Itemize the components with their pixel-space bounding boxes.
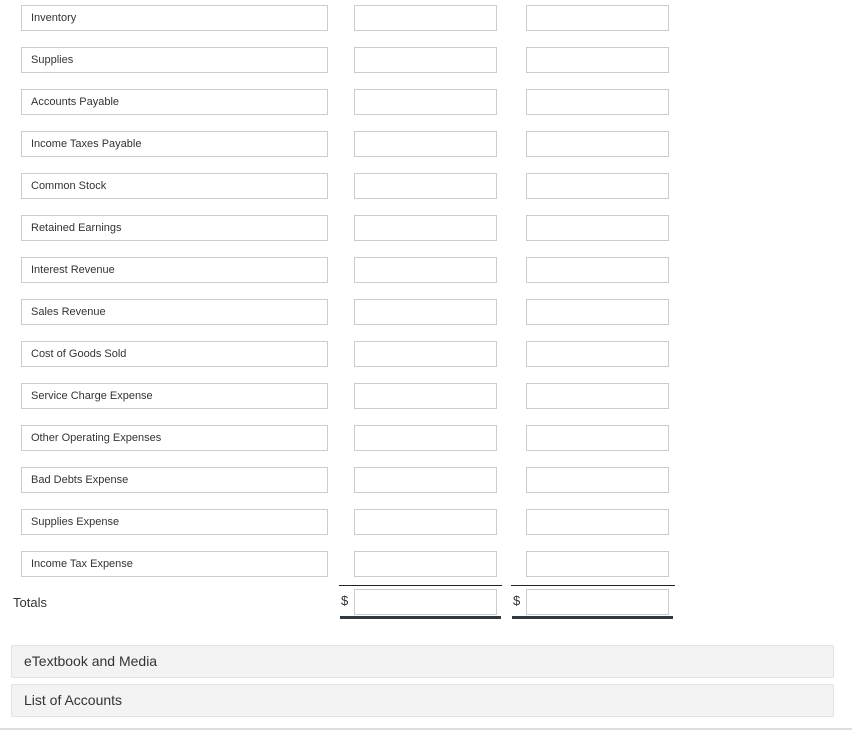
account-name-field[interactable]: Other Operating Expenses [21, 425, 328, 451]
total-credit-input[interactable] [526, 589, 669, 615]
credit-total-double-rule [512, 616, 673, 619]
credit-sum-rule [511, 585, 675, 586]
account-name: Supplies [31, 54, 74, 66]
account-row: Common Stock [0, 173, 852, 199]
account-row: Income Taxes Payable [0, 131, 852, 157]
account-name: Common Stock [31, 180, 107, 192]
account-name-field[interactable]: Interest Revenue [21, 257, 328, 283]
account-name-field[interactable]: Cost of Goods Sold [21, 341, 328, 367]
account-row: Supplies Expense [0, 509, 852, 535]
account-row: Service Charge Expense [0, 383, 852, 409]
account-name-field[interactable]: Service Charge Expense [21, 383, 328, 409]
credit-input[interactable] [526, 5, 669, 31]
debit-input[interactable] [354, 131, 497, 157]
account-name: Bad Debts Expense [31, 474, 129, 486]
credit-currency-symbol: $ [513, 593, 521, 608]
credit-input[interactable] [526, 509, 669, 535]
etextbook-media-panel[interactable]: eTextbook and Media [11, 645, 834, 678]
account-name: Income Tax Expense [31, 558, 133, 570]
debit-input[interactable] [354, 341, 497, 367]
credit-input[interactable] [526, 173, 669, 199]
section-divider [0, 728, 852, 730]
debit-input[interactable] [354, 5, 497, 31]
account-row: Interest Revenue [0, 257, 852, 283]
debit-input[interactable] [354, 215, 497, 241]
credit-input[interactable] [526, 425, 669, 451]
account-row: Income Tax Expense [0, 551, 852, 577]
debit-input[interactable] [354, 509, 497, 535]
debit-input[interactable] [354, 551, 497, 577]
credit-input[interactable] [526, 299, 669, 325]
account-row: Sales Revenue [0, 299, 852, 325]
account-name: Sales Revenue [31, 306, 106, 318]
account-row: Accounts Payable [0, 89, 852, 115]
account-name-field[interactable]: Accounts Payable [21, 89, 328, 115]
account-name: Income Taxes Payable [31, 138, 142, 150]
account-name-field[interactable]: Common Stock [21, 173, 328, 199]
account-row: Retained Earnings [0, 215, 852, 241]
credit-input[interactable] [526, 551, 669, 577]
account-name-field[interactable]: Income Tax Expense [21, 551, 328, 577]
debit-input[interactable] [354, 383, 497, 409]
account-name-field[interactable]: Sales Revenue [21, 299, 328, 325]
account-name-field[interactable]: Supplies [21, 47, 328, 73]
credit-input[interactable] [526, 47, 669, 73]
account-name-field[interactable]: Income Taxes Payable [21, 131, 328, 157]
account-row: Other Operating Expenses [0, 425, 852, 451]
debit-input[interactable] [354, 299, 497, 325]
debit-input[interactable] [354, 467, 497, 493]
account-name: Supplies Expense [31, 516, 120, 528]
debit-input[interactable] [354, 173, 497, 199]
credit-input[interactable] [526, 131, 669, 157]
debit-currency-symbol: $ [341, 593, 349, 608]
totals-label: Totals [13, 595, 47, 610]
debit-sum-rule [339, 585, 502, 586]
debit-input[interactable] [354, 89, 497, 115]
credit-input[interactable] [526, 383, 669, 409]
account-row: Supplies [0, 47, 852, 73]
credit-input[interactable] [526, 341, 669, 367]
credit-input[interactable] [526, 467, 669, 493]
credit-input[interactable] [526, 215, 669, 241]
list-of-accounts-label: List of Accounts [24, 692, 123, 708]
debit-input[interactable] [354, 47, 497, 73]
account-name-field[interactable]: Bad Debts Expense [21, 467, 328, 493]
debit-input[interactable] [354, 257, 497, 283]
credit-input[interactable] [526, 89, 669, 115]
account-name: Inventory [31, 12, 77, 24]
etextbook-media-label: eTextbook and Media [24, 653, 158, 669]
account-name: Other Operating Expenses [31, 432, 162, 444]
account-name: Accounts Payable [31, 96, 120, 108]
account-name: Retained Earnings [31, 222, 122, 234]
account-name: Interest Revenue [31, 264, 115, 276]
account-name: Cost of Goods Sold [31, 348, 127, 360]
account-name: Service Charge Expense [31, 390, 153, 402]
total-debit-input[interactable] [354, 589, 497, 615]
account-row: Inventory [0, 5, 852, 31]
list-of-accounts-panel[interactable]: List of Accounts [11, 684, 834, 717]
debit-input[interactable] [354, 425, 497, 451]
debit-total-double-rule [340, 616, 501, 619]
credit-input[interactable] [526, 257, 669, 283]
account-name-field[interactable]: Retained Earnings [21, 215, 328, 241]
account-row: Cost of Goods Sold [0, 341, 852, 367]
account-row: Bad Debts Expense [0, 467, 852, 493]
account-name-field[interactable]: Supplies Expense [21, 509, 328, 535]
account-name-field[interactable]: Inventory [21, 5, 328, 31]
